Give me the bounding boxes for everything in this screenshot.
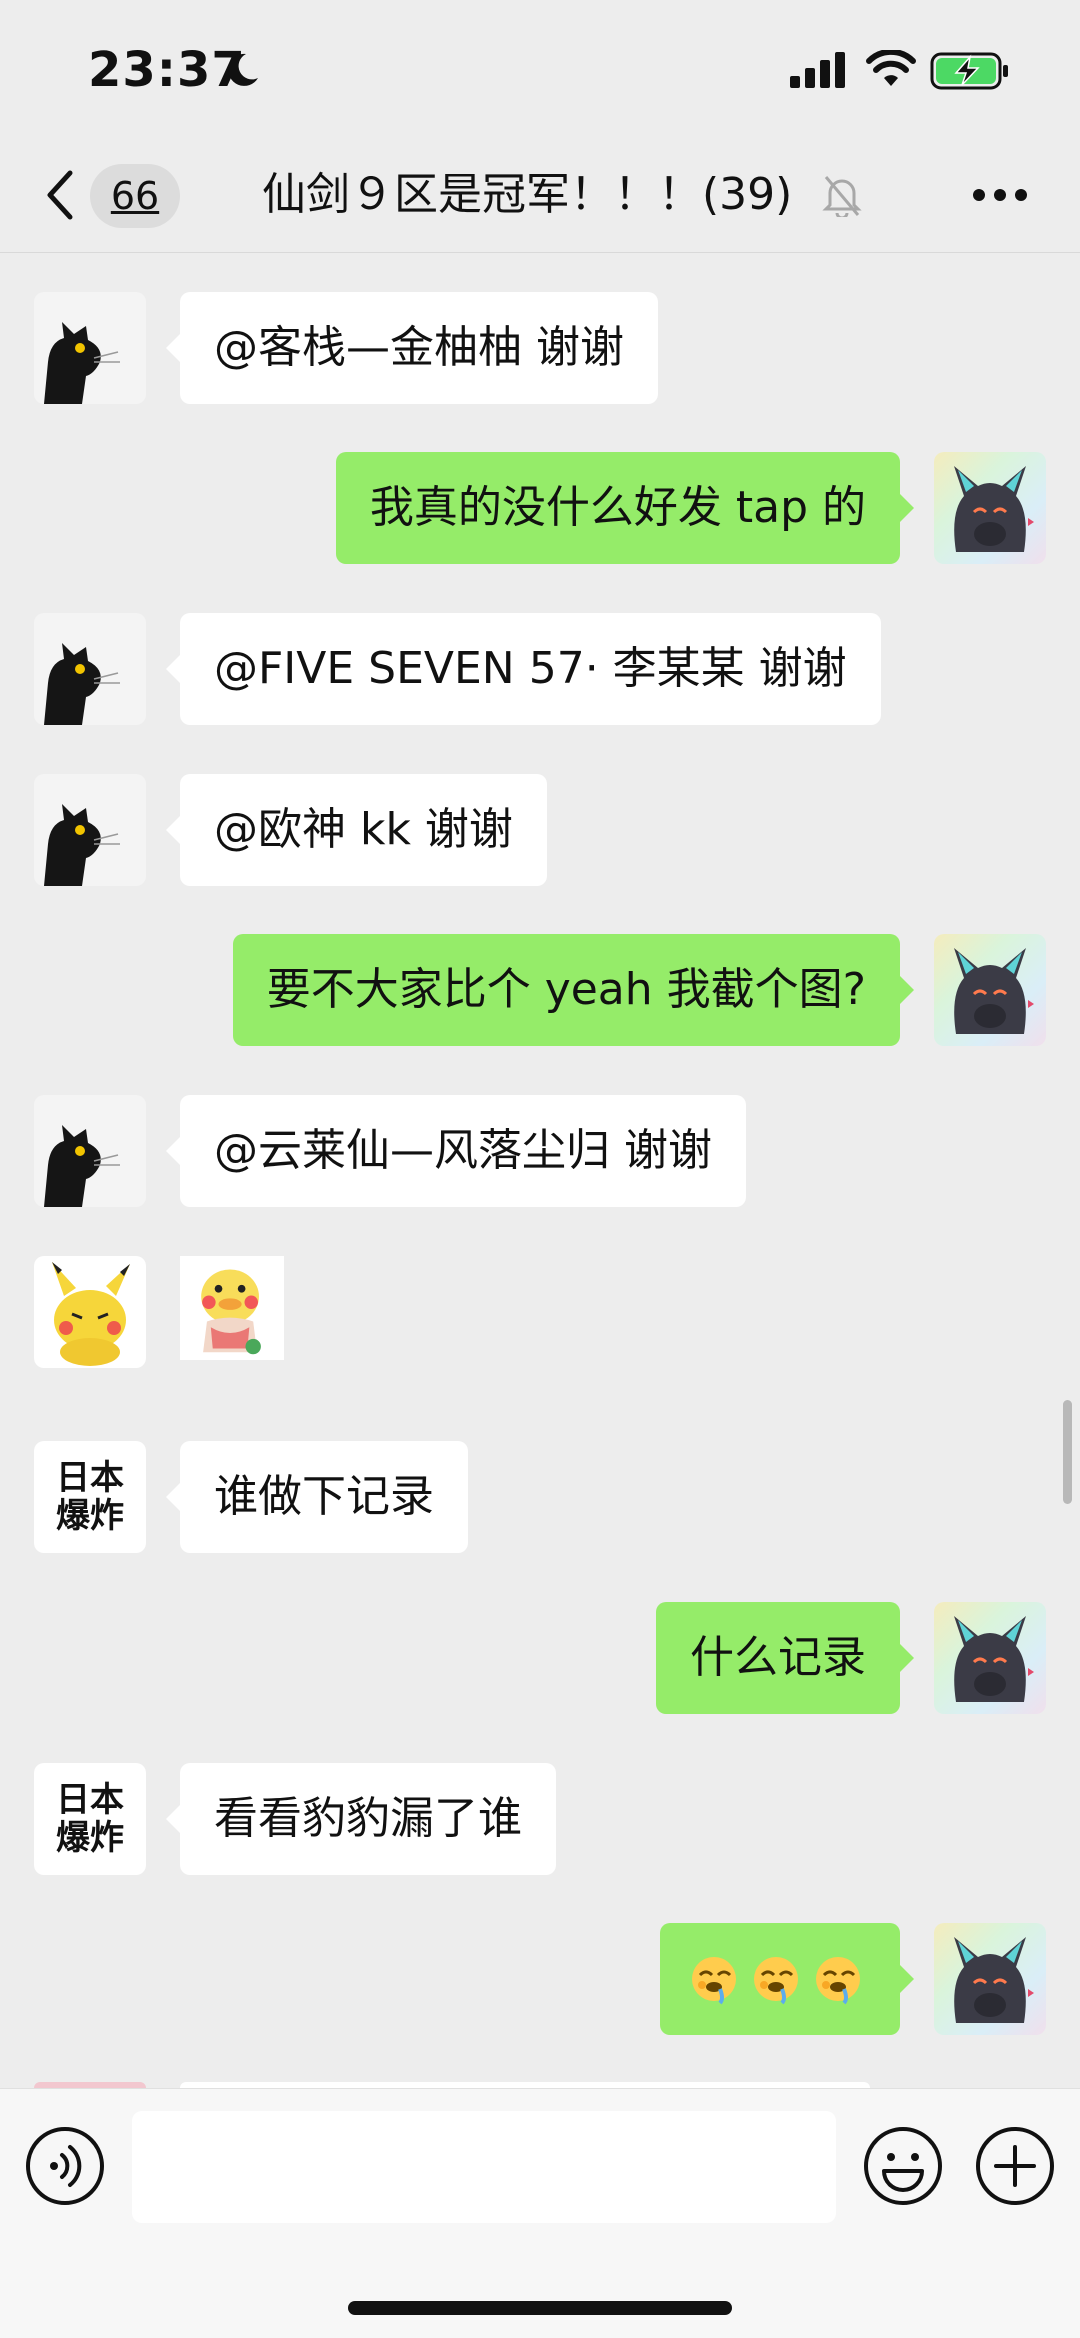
avatar-text-line: 爆炸	[56, 1496, 124, 1536]
avatar-black-cat[interactable]	[34, 1095, 146, 1207]
message-bubble[interactable]: @客栈—金柚柚 谢谢	[166, 292, 658, 404]
message-bubble[interactable]: 谁做下记录	[166, 1441, 468, 1553]
message-bubble[interactable]: @FIVE SEVEN 57· 李某某 谢谢	[166, 613, 881, 725]
chat-header: 66 仙剑９区是冠军！！！(39)	[0, 140, 1080, 253]
avatar-my-cat[interactable]	[934, 1602, 1046, 1714]
avatar-text[interactable]: 日本 爆炸	[34, 1441, 146, 1553]
avatar-text-line: 日本	[56, 1458, 124, 1498]
avatar-text[interactable]: 日本 爆炸	[34, 1763, 146, 1875]
moon-icon	[228, 53, 258, 86]
back-chevron-icon[interactable]	[40, 165, 80, 225]
voice-input-icon[interactable]	[24, 2125, 106, 2207]
drooling-face-emoji-icon	[690, 1955, 862, 2005]
muted-bell-icon	[822, 176, 862, 217]
message-bubble[interactable]: @云莱仙—风落尘归 谢谢	[166, 1095, 746, 1207]
signal-icon	[790, 52, 845, 88]
plus-icon[interactable]	[974, 2125, 1056, 2207]
avatar-pikachu[interactable]	[34, 1256, 146, 1368]
home-indicator[interactable]	[348, 2301, 732, 2315]
unread-count-badge[interactable]: 66	[90, 164, 180, 228]
avatar-my-cat[interactable]	[934, 934, 1046, 1046]
message-bubble[interactable]: 看看豹豹漏了谁	[166, 1763, 556, 1875]
input-bar	[0, 2088, 1080, 2338]
message-bubble[interactable]: @欧神 kk 谢谢	[166, 774, 547, 886]
chat-title: 仙剑９区是冠军！！！(39)	[262, 169, 793, 220]
message-bubble-outgoing[interactable]	[660, 1923, 914, 2035]
scrollbar[interactable]	[1063, 1400, 1072, 1504]
status-bar: 23:37	[0, 0, 1080, 140]
message-bubble-outgoing[interactable]: 我真的没什么好发 tap 的	[335, 452, 915, 564]
wifi-icon	[866, 50, 916, 86]
message-input[interactable]	[132, 2111, 836, 2223]
avatar-text-line: 爆炸	[56, 1818, 124, 1858]
avatar-my-cat[interactable]	[934, 452, 1046, 564]
more-options-icon[interactable]	[972, 188, 1028, 202]
emoji-icon[interactable]	[862, 2125, 944, 2207]
avatar-black-cat[interactable]	[34, 613, 146, 725]
avatar-my-cat[interactable]	[934, 1923, 1046, 2035]
battery-charging-icon	[930, 52, 1008, 90]
avatar-text-line: 日本	[56, 1780, 124, 1820]
avatar-black-cat[interactable]	[34, 292, 146, 404]
message-bubble-outgoing[interactable]: 什么记录	[656, 1602, 914, 1714]
message-bubble-outgoing[interactable]: 要不大家比个 yeah 我截个图?	[232, 934, 915, 1046]
avatar-black-cat[interactable]	[34, 774, 146, 886]
duck-sticker[interactable]	[180, 1256, 284, 1360]
